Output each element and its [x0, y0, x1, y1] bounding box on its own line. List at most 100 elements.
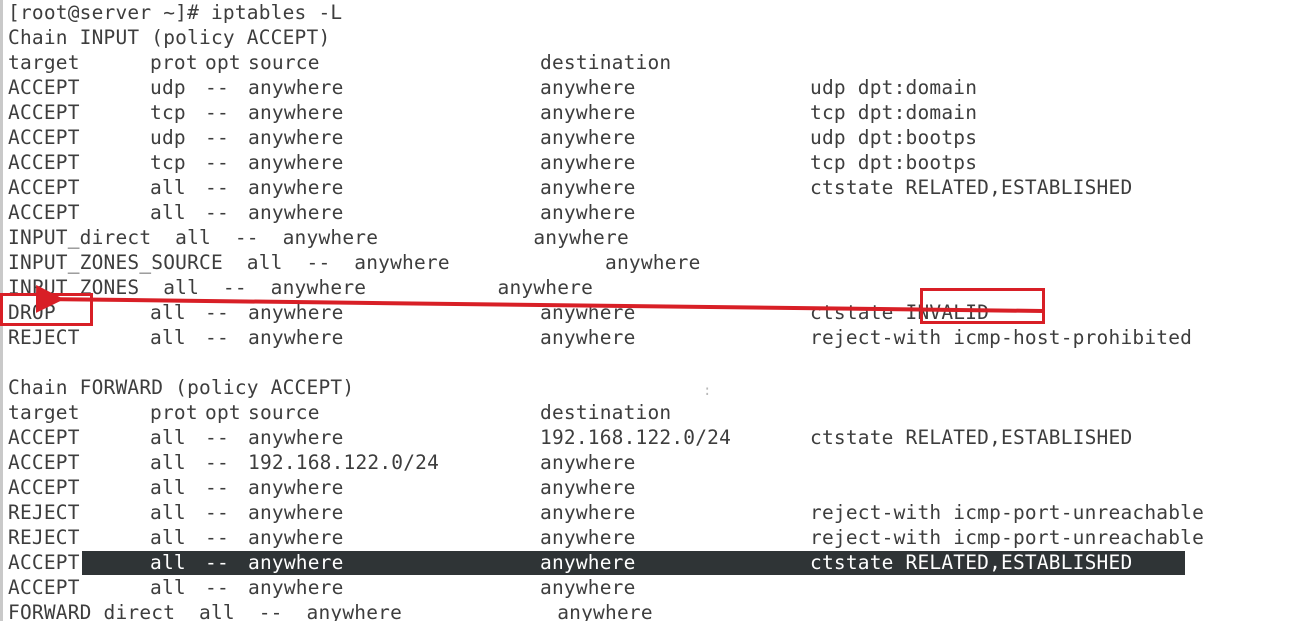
- chain-header-text: Chain INPUT (policy ACCEPT): [8, 26, 331, 49]
- rule-row: ACCEPT all -- anywhere anywhere: [0, 200, 1307, 225]
- column-header-target: target: [8, 401, 80, 424]
- chain-header: Chain FORWARD (policy ACCEPT): [0, 375, 1307, 400]
- column-header-opt: opt: [205, 401, 241, 424]
- rule-prot: all: [150, 526, 186, 549]
- rule-extra: reject-with icmp-port-unreachable: [810, 526, 1205, 549]
- rule-opt: --: [205, 101, 229, 124]
- rule-row: REJECT all -- anywhere anywhere reject-with i…: [0, 525, 1307, 550]
- rule-row-text: INPUT_direct all -- anywhere anywhere: [8, 226, 629, 249]
- column-header-row: target prot opt source destination: [0, 400, 1307, 425]
- rule-row: ACCEPT all -- anywhere 192.168.122.0/24 ctsta…: [0, 425, 1307, 450]
- rule-destination: anywhere: [540, 76, 636, 99]
- rule-destination: anywhere: [540, 501, 636, 524]
- rule-source: anywhere: [248, 526, 344, 549]
- rule-extra: tcp dpt:domain: [810, 101, 978, 124]
- rule-target: ACCEPT: [8, 476, 80, 499]
- rule-opt: --: [205, 76, 229, 99]
- terminal-output: [root@server ~]# iptables -L Chain INPUT …: [0, 0, 1307, 621]
- rule-target: REJECT: [8, 501, 80, 524]
- rule-destination: anywhere: [540, 476, 636, 499]
- rule-prot: tcp: [150, 101, 186, 124]
- rule-extra: ctstate RELATED,ESTABLISHED: [810, 176, 1133, 199]
- rule-extra: ctstate RELATED,ESTABLISHED: [810, 426, 1133, 449]
- rule-row-text: FORWARD_direct all -- anywhere anywhere: [8, 601, 653, 621]
- chain-header-text: Chain FORWARD (policy ACCEPT): [8, 376, 355, 399]
- rule-opt: --: [205, 451, 229, 474]
- column-header-source: source: [248, 51, 320, 74]
- rule-prot: all: [150, 551, 186, 574]
- rule-row: ACCEPT udp -- anywhere anywhere udp dpt:domai…: [0, 75, 1307, 100]
- rule-opt: --: [205, 126, 229, 149]
- chain-header: Chain INPUT (policy ACCEPT): [0, 25, 1307, 50]
- rule-target: REJECT: [8, 526, 80, 549]
- rule-target: ACCEPT: [8, 576, 80, 599]
- rule-row: ACCEPT tcp -- anywhere anywhere tcp dpt:bootp…: [0, 150, 1307, 175]
- rule-destination: anywhere: [540, 126, 636, 149]
- rule-extra: udp dpt:bootps: [810, 126, 978, 149]
- column-header-destination: destination: [540, 51, 672, 74]
- rule-prot: all: [150, 501, 186, 524]
- rule-opt: --: [205, 201, 229, 224]
- rule-extra: tcp dpt:bootps: [810, 151, 978, 174]
- rule-opt: --: [205, 426, 229, 449]
- column-header-row: target prot opt source destination: [0, 50, 1307, 75]
- column-header-opt: opt: [205, 51, 241, 74]
- rule-opt: --: [205, 151, 229, 174]
- rule-target: ACCEPT: [8, 126, 80, 149]
- rule-prot: all: [150, 576, 186, 599]
- rule-source: anywhere: [248, 126, 344, 149]
- rule-source: anywhere: [248, 101, 344, 124]
- rule-destination: anywhere: [540, 551, 636, 574]
- rule-row: REJECT all -- anywhere anywhere reject-with i…: [0, 500, 1307, 525]
- rule-row: DROP all -- anywhere anywhere ctstate INVALID: [0, 300, 1307, 325]
- rule-row-text: INPUT_ZONES all -- anywhere anywhere: [8, 276, 594, 299]
- rule-prot: udp: [150, 126, 186, 149]
- rule-row: ACCEPT udp -- anywhere anywhere udp dpt:bootp…: [0, 125, 1307, 150]
- rule-destination: anywhere: [540, 301, 636, 324]
- terminal-window[interactable]: [root@server ~]# iptables -L Chain INPUT …: [0, 0, 1307, 621]
- rule-source: anywhere: [248, 326, 344, 349]
- rule-extra: udp dpt:domain: [810, 76, 978, 99]
- rule-prot: all: [150, 176, 186, 199]
- rule-prot: udp: [150, 76, 186, 99]
- column-header-prot: prot: [150, 51, 198, 74]
- rule-extra: reject-with icmp-port-unreachable: [810, 501, 1205, 524]
- rule-source: anywhere: [248, 176, 344, 199]
- rule-row: ACCEPT all -- anywhere anywhere: [0, 575, 1307, 600]
- rule-source: anywhere: [248, 576, 344, 599]
- rule-row: REJECT all -- anywhere anywhere reject-with i…: [0, 325, 1307, 350]
- rule-row: FORWARD_direct all -- anywhere anywhere: [0, 600, 1307, 621]
- rule-source: anywhere: [248, 426, 344, 449]
- rule-source: 192.168.122.0/24: [248, 451, 440, 474]
- rule-destination: anywhere: [540, 576, 636, 599]
- rule-target: ACCEPT: [8, 176, 80, 199]
- rule-destination: anywhere: [540, 451, 636, 474]
- rule-row: ACCEPT all -- anywhere anywhere ctstate RELAT…: [0, 175, 1307, 200]
- column-header-source: source: [248, 401, 320, 424]
- rule-opt: --: [205, 476, 229, 499]
- rule-destination: anywhere: [540, 101, 636, 124]
- rule-extra: ctstate INVALID: [810, 301, 990, 324]
- rule-prot: all: [150, 451, 186, 474]
- rule-destination: 192.168.122.0/24: [540, 426, 732, 449]
- column-header-target: target: [8, 51, 80, 74]
- rule-prot: all: [150, 326, 186, 349]
- rule-destination: anywhere: [540, 326, 636, 349]
- rule-destination: anywhere: [540, 151, 636, 174]
- rule-destination: anywhere: [540, 201, 636, 224]
- rule-target: ACCEPT: [8, 201, 80, 224]
- rule-prot: all: [150, 201, 186, 224]
- rule-row: ACCEPT all -- anywhere anywhere: [0, 475, 1307, 500]
- rule-target: ACCEPT: [8, 426, 80, 449]
- rule-extra: ctstate RELATED,ESTABLISHED: [810, 551, 1133, 574]
- column-header-prot: prot: [150, 401, 198, 424]
- rule-target: ACCEPT: [8, 451, 80, 474]
- rule-opt: --: [205, 326, 229, 349]
- rule-row: ACCEPT all -- 192.168.122.0/24 anywhere: [0, 450, 1307, 475]
- rule-source: anywhere: [248, 76, 344, 99]
- rule-source: anywhere: [248, 301, 344, 324]
- rule-target: ACCEPT: [8, 151, 80, 174]
- rule-target: ACCEPT: [8, 551, 80, 574]
- rule-opt: --: [205, 576, 229, 599]
